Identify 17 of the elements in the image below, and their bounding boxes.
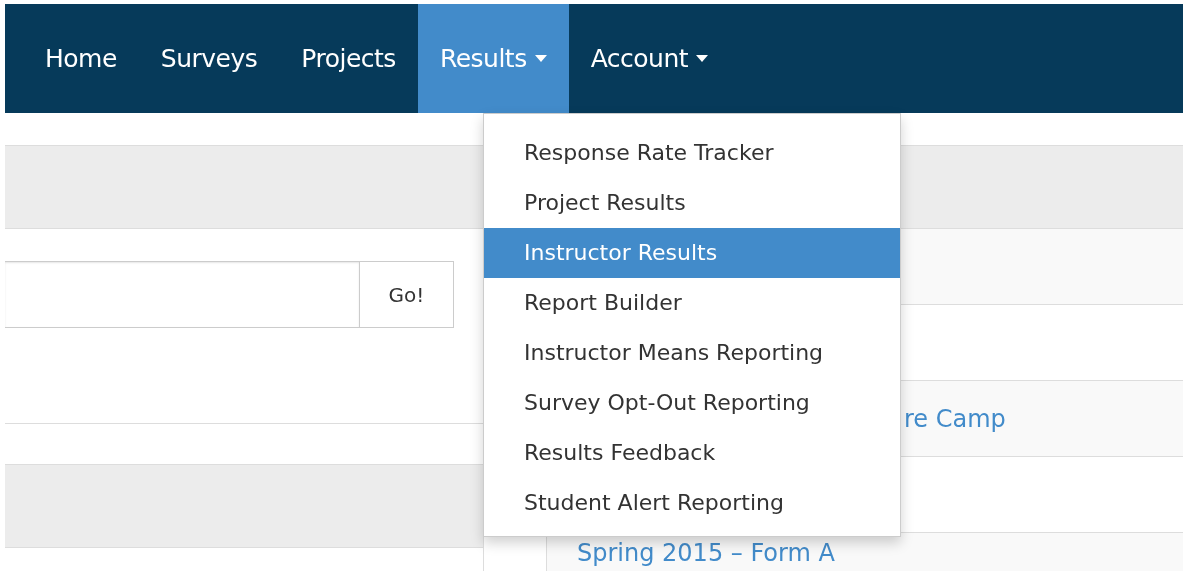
menu-item[interactable]: Project Results	[484, 178, 900, 228]
menu-item[interactable]: Instructor Results	[484, 228, 900, 278]
nav-item[interactable]: Surveys	[138, 4, 280, 113]
menu-item[interactable]: Results Feedback	[484, 428, 900, 478]
menu-item[interactable]: Instructor Means Reporting	[484, 328, 900, 378]
menu-item[interactable]: Student Alert Reporting	[484, 478, 900, 528]
menu-item[interactable]: Report Builder	[484, 278, 900, 328]
project-link[interactable]: re Camp	[904, 404, 1006, 433]
nav-item[interactable]: Account	[568, 4, 731, 113]
search-field[interactable]	[5, 261, 360, 328]
project-link[interactable]: Spring 2015 – Form A	[577, 539, 835, 567]
go-button[interactable]: Go!	[360, 261, 454, 328]
nav-item[interactable]: Home	[23, 4, 139, 113]
nav-item[interactable]: Results	[417, 4, 569, 113]
menu-item[interactable]: Survey Opt-Out Reporting	[484, 378, 900, 428]
menu-item[interactable]: Response Rate Tracker	[484, 128, 900, 178]
nav-item[interactable]: Projects	[279, 4, 418, 113]
